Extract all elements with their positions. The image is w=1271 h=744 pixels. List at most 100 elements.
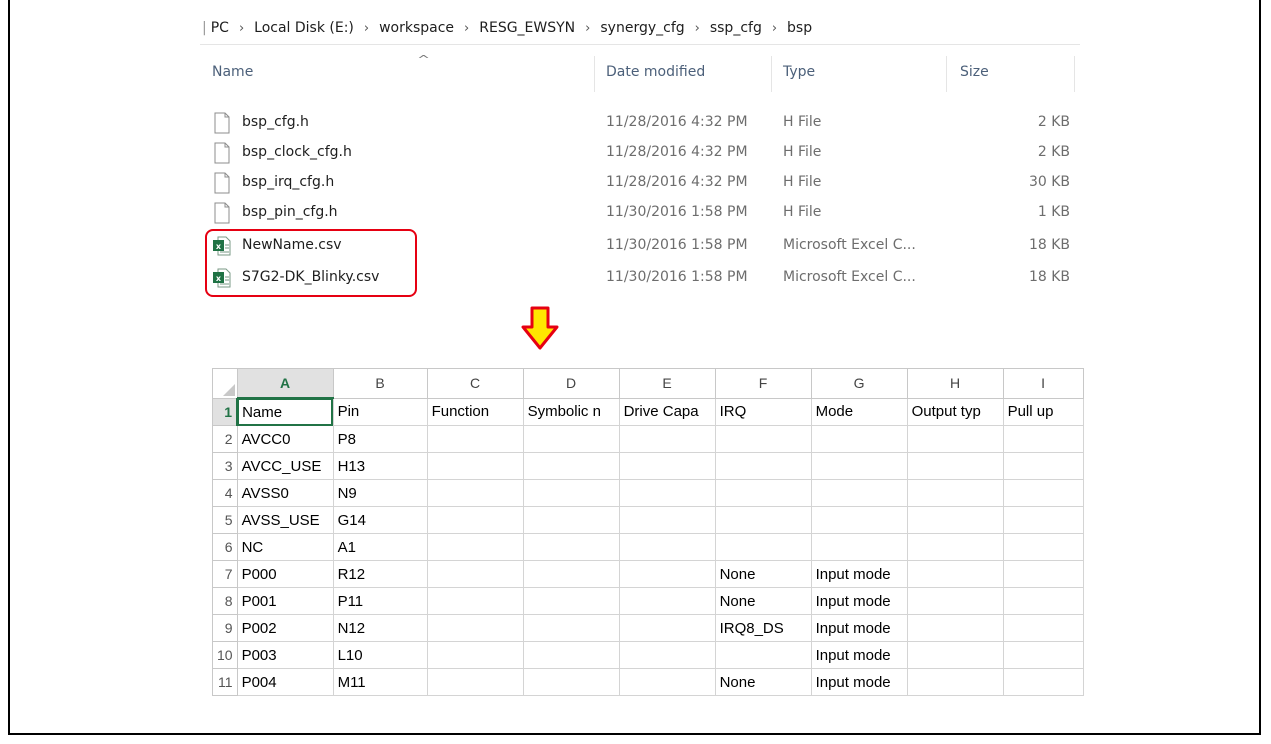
sheet-cell[interactable] bbox=[426, 668, 524, 696]
sheet-cell[interactable] bbox=[714, 425, 812, 453]
sheet-cell[interactable] bbox=[810, 479, 908, 507]
column-header-e[interactable]: E bbox=[618, 368, 716, 399]
sheet-cell[interactable]: AVCC0 bbox=[236, 425, 334, 453]
sheet-cell[interactable]: NC bbox=[236, 533, 334, 561]
sheet-cell[interactable] bbox=[522, 533, 620, 561]
sheet-cell[interactable] bbox=[618, 506, 716, 534]
column-header-h[interactable]: H bbox=[906, 368, 1004, 399]
sheet-cell[interactable] bbox=[1002, 425, 1084, 453]
row-header[interactable]: 3 bbox=[212, 452, 238, 480]
column-header-a[interactable]: A bbox=[236, 368, 334, 399]
breadcrumb-item-local-disk[interactable]: Local Disk (E:) bbox=[252, 20, 356, 36]
column-divider[interactable] bbox=[1074, 56, 1075, 92]
breadcrumb-item-ssp-cfg[interactable]: ssp_cfg bbox=[708, 20, 764, 36]
breadcrumb[interactable]: | PC › Local Disk (E:) › workspace › RES… bbox=[200, 20, 814, 36]
sheet-cell[interactable] bbox=[426, 479, 524, 507]
file-row[interactable]: bsp_cfg.h 11/28/2016 4:32 PM H File 2 KB bbox=[200, 108, 1080, 138]
column-divider[interactable] bbox=[594, 56, 595, 92]
column-header-type[interactable]: Type bbox=[783, 64, 815, 80]
row-header[interactable]: 4 bbox=[212, 479, 238, 507]
sheet-cell[interactable]: Input mode bbox=[810, 587, 908, 615]
sheet-cell[interactable]: Input mode bbox=[810, 614, 908, 642]
row-header[interactable]: 10 bbox=[212, 641, 238, 669]
sheet-cell[interactable] bbox=[426, 506, 524, 534]
sheet-cell[interactable] bbox=[522, 452, 620, 480]
sheet-cell[interactable] bbox=[618, 614, 716, 642]
sheet-cell[interactable] bbox=[618, 641, 716, 669]
sheet-cell[interactable] bbox=[906, 641, 1004, 669]
row-header[interactable]: 2 bbox=[212, 425, 238, 453]
column-header-f[interactable]: F bbox=[714, 368, 812, 399]
sheet-cell[interactable] bbox=[1002, 452, 1084, 480]
sheet-cell[interactable]: None bbox=[714, 668, 812, 696]
sheet-cell[interactable] bbox=[1002, 560, 1084, 588]
sheet-cell[interactable] bbox=[522, 668, 620, 696]
column-divider[interactable] bbox=[771, 56, 772, 92]
sheet-cell[interactable] bbox=[906, 479, 1004, 507]
sheet-cell[interactable]: P000 bbox=[236, 560, 334, 588]
sheet-cell[interactable] bbox=[906, 668, 1004, 696]
sheet-cell[interactable] bbox=[810, 425, 908, 453]
row-header[interactable]: 5 bbox=[212, 506, 238, 534]
sheet-cell[interactable]: P004 bbox=[236, 668, 334, 696]
sheet-cell[interactable] bbox=[1002, 668, 1084, 696]
sheet-cell[interactable]: M11 bbox=[332, 668, 428, 696]
sheet-cell[interactable] bbox=[714, 641, 812, 669]
sheet-cell[interactable] bbox=[522, 479, 620, 507]
sheet-cell[interactable] bbox=[618, 668, 716, 696]
column-divider[interactable] bbox=[946, 56, 947, 92]
sheet-cell[interactable]: Symbolic n bbox=[522, 397, 620, 426]
column-header-g[interactable]: G bbox=[810, 368, 908, 399]
sheet-cell[interactable] bbox=[1002, 641, 1084, 669]
sheet-cell[interactable] bbox=[426, 560, 524, 588]
sheet-cell[interactable]: Mode bbox=[810, 397, 908, 426]
sheet-cell[interactable]: P8 bbox=[332, 425, 428, 453]
sheet-cell[interactable] bbox=[906, 425, 1004, 453]
sheet-cell[interactable] bbox=[618, 560, 716, 588]
sheet-cell[interactable]: Input mode bbox=[810, 668, 908, 696]
sheet-cell[interactable] bbox=[618, 452, 716, 480]
sheet-cell[interactable] bbox=[522, 506, 620, 534]
sheet-cell[interactable]: IRQ bbox=[714, 397, 812, 426]
sheet-cell[interactable] bbox=[714, 479, 812, 507]
file-row[interactable]: bsp_irq_cfg.h 11/28/2016 4:32 PM H File … bbox=[200, 168, 1080, 198]
sheet-cell[interactable] bbox=[522, 560, 620, 588]
row-header[interactable]: 1 bbox=[212, 397, 239, 426]
sheet-cell[interactable] bbox=[906, 533, 1004, 561]
sheet-cell[interactable] bbox=[906, 587, 1004, 615]
sheet-cell[interactable]: AVCC_USE bbox=[236, 452, 334, 480]
sheet-cell[interactable] bbox=[426, 587, 524, 615]
sheet-cell[interactable] bbox=[618, 479, 716, 507]
sheet-cell[interactable] bbox=[906, 560, 1004, 588]
sheet-cell[interactable]: Input mode bbox=[810, 641, 908, 669]
sheet-cell[interactable]: R12 bbox=[332, 560, 428, 588]
sheet-cell[interactable] bbox=[426, 641, 524, 669]
file-row[interactable]: bsp_clock_cfg.h 11/28/2016 4:32 PM H Fil… bbox=[200, 138, 1080, 168]
sheet-cell[interactable]: Function bbox=[426, 397, 524, 426]
breadcrumb-item-resg[interactable]: RESG_EWSYN bbox=[477, 20, 577, 36]
sheet-cell[interactable] bbox=[522, 425, 620, 453]
sheet-cell[interactable] bbox=[522, 641, 620, 669]
sheet-cell[interactable]: G14 bbox=[332, 506, 428, 534]
sheet-cell[interactable]: AVSS0 bbox=[236, 479, 334, 507]
active-cell-a1[interactable]: Name bbox=[236, 397, 334, 426]
sheet-cell[interactable] bbox=[522, 614, 620, 642]
sheet-cell[interactable]: None bbox=[714, 560, 812, 588]
sheet-cell[interactable] bbox=[1002, 506, 1084, 534]
sheet-cell[interactable] bbox=[522, 587, 620, 615]
column-header-b[interactable]: B bbox=[332, 368, 428, 399]
sheet-cell[interactable] bbox=[810, 533, 908, 561]
sheet-cell[interactable] bbox=[618, 425, 716, 453]
sheet-cell[interactable]: N12 bbox=[332, 614, 428, 642]
sheet-cell[interactable] bbox=[426, 614, 524, 642]
sheet-cell[interactable]: Input mode bbox=[810, 560, 908, 588]
column-header-d[interactable]: D bbox=[522, 368, 620, 399]
sheet-cell[interactable] bbox=[810, 452, 908, 480]
sheet-cell[interactable]: P001 bbox=[236, 587, 334, 615]
sheet-cell[interactable] bbox=[714, 452, 812, 480]
sheet-cell[interactable] bbox=[1002, 587, 1084, 615]
sheet-cell[interactable]: P11 bbox=[332, 587, 428, 615]
sheet-cell[interactable]: Pull up bbox=[1002, 397, 1084, 426]
sheet-cell[interactable]: P003 bbox=[236, 641, 334, 669]
sheet-cell[interactable]: Drive Capa bbox=[618, 397, 716, 426]
